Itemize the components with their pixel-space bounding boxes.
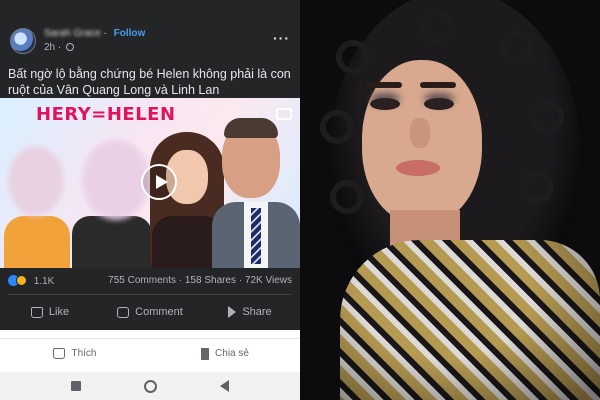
post-meta: 2h · <box>44 42 75 53</box>
child-figure <box>4 216 70 268</box>
comment-button[interactable]: Comment <box>100 298 200 326</box>
share-count[interactable]: 158 Shares <box>185 275 236 286</box>
hair-curl <box>330 180 364 214</box>
video-thumbnail[interactable]: HERY=HELEN <box>0 98 300 268</box>
separator-dot: · <box>57 42 62 53</box>
hair-curl <box>420 10 454 44</box>
eyebrow <box>366 82 402 88</box>
share-button[interactable]: Share <box>200 298 300 326</box>
bottom-action-bar: Thích Chia sẻ <box>0 338 300 368</box>
thumbs-up-icon <box>53 348 66 359</box>
comment-count[interactable]: 755 Comments <box>108 275 176 286</box>
comment-icon <box>117 306 130 318</box>
thich-button[interactable]: Thích <box>0 339 150 368</box>
post-header: Sarah Grace · Follow 2h · ··· <box>8 24 296 60</box>
view-count: 72K Views <box>244 275 292 286</box>
blurred-face <box>82 140 150 220</box>
reaction-count: 1.1K <box>33 276 55 287</box>
play-icon[interactable] <box>141 164 177 200</box>
dress-shading <box>340 240 600 400</box>
post-stats: 1.1K 755 Comments · 158 Shares · 72K Vie… <box>8 274 296 290</box>
share-icon <box>201 347 210 360</box>
author-avatar[interactable] <box>10 28 36 54</box>
hair-curl <box>320 110 354 144</box>
hair-curl <box>530 100 564 134</box>
separator-dot: · <box>103 28 107 39</box>
video-title-overlay: HERY=HELEN <box>36 104 176 125</box>
eye <box>370 98 400 110</box>
engagement-counts: 755 Comments · 158 Shares · 72K Views <box>108 275 292 286</box>
person-figure <box>72 216 152 268</box>
cast-icon[interactable] <box>276 108 292 120</box>
divider <box>8 294 292 295</box>
chia-se-button[interactable]: Chia sẻ <box>150 339 300 368</box>
share-label: Share <box>242 306 272 318</box>
post-caption: Bất ngờ lộ bằng chứng bé Helen không phả… <box>8 67 291 97</box>
thich-label: Thích <box>71 348 97 359</box>
eyebrow <box>420 82 456 88</box>
share-icon <box>228 306 237 318</box>
haha-icon <box>16 275 27 286</box>
lips <box>396 160 440 176</box>
chia-se-label: Chia sẻ <box>215 348 249 359</box>
more-icon[interactable]: ··· <box>273 30 290 46</box>
post-time: 2h <box>44 42 56 53</box>
hair-curl <box>500 30 534 64</box>
android-nav-bar <box>0 372 300 400</box>
phone-screenshot: Sarah Grace · Follow 2h · ··· Bất ngờ lộ… <box>0 0 300 400</box>
man-hair <box>224 118 278 138</box>
reactions-summary[interactable]: 1.1K <box>8 275 54 287</box>
hair-curl <box>520 170 554 204</box>
comment-label: Comment <box>135 306 183 318</box>
follow-button[interactable]: Follow <box>114 28 146 39</box>
post-action-bar: Like Comment Share <box>0 298 300 326</box>
like-label: Like <box>48 306 70 318</box>
nav-home-icon[interactable] <box>143 379 157 393</box>
man-tie <box>251 208 261 264</box>
nav-recent-icon[interactable] <box>71 381 82 391</box>
nose <box>410 118 430 148</box>
eye <box>424 98 454 110</box>
hair-curl <box>336 40 370 74</box>
like-button[interactable]: Like <box>0 298 100 326</box>
nav-back-icon[interactable] <box>219 380 229 392</box>
portrait-photo <box>300 0 600 400</box>
globe-icon <box>66 43 75 51</box>
thumbs-up-icon <box>30 306 43 318</box>
author-line: Sarah Grace · Follow <box>44 28 145 39</box>
facebook-post: Sarah Grace · Follow 2h · ··· Bất ngờ lộ… <box>0 0 300 330</box>
blurred-face <box>8 146 64 216</box>
author-name[interactable]: Sarah Grace <box>44 28 101 39</box>
